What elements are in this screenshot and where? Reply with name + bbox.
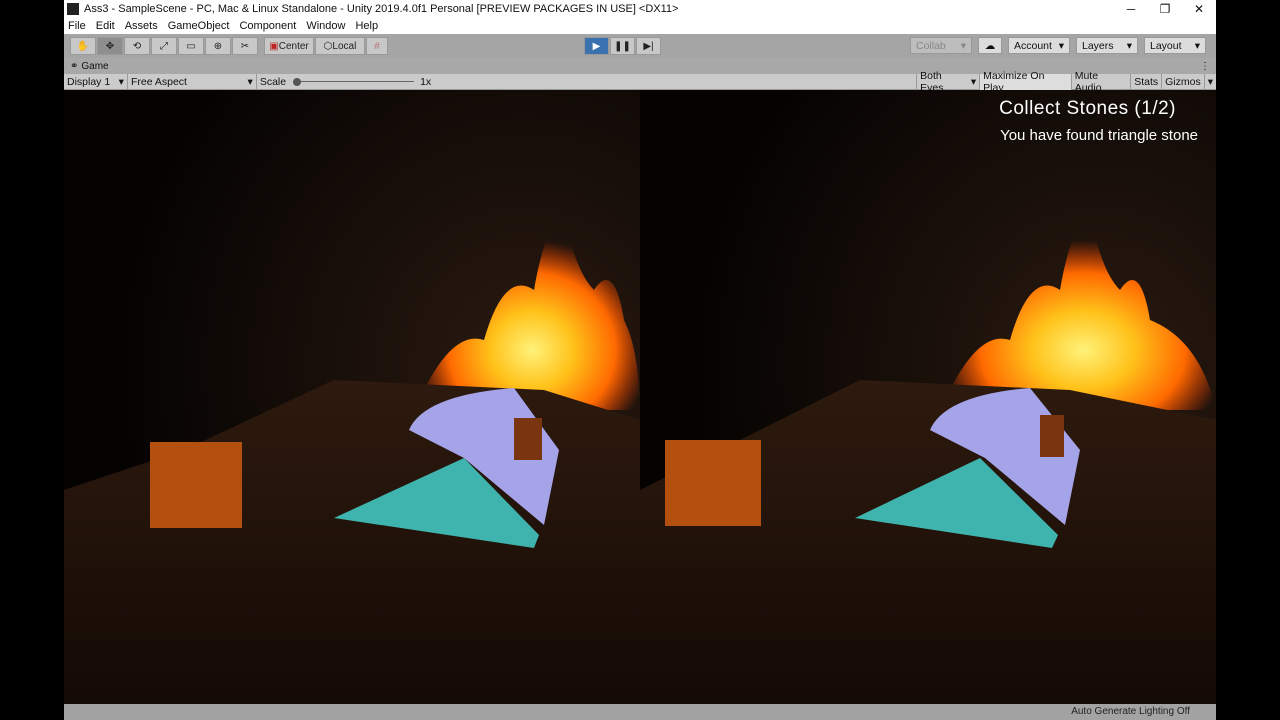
collab-label: Collab (916, 39, 946, 52)
scale-slider-track[interactable] (293, 77, 415, 86)
account-label: Account (1014, 39, 1052, 52)
layers-label: Layers (1082, 39, 1114, 52)
menu-edit[interactable]: Edit (96, 20, 115, 32)
scale-label: Scale (259, 75, 287, 88)
step-button[interactable]: ▶| (636, 37, 661, 55)
orange-block (150, 442, 242, 528)
display-label: Display 1 (67, 75, 111, 88)
scale-slider[interactable]: Scale 1x (257, 74, 916, 90)
hud-objective: Collect Stones (1/2) (999, 98, 1176, 119)
aspect-label: Free Aspect (130, 75, 187, 88)
snap-icon[interactable]: # (366, 37, 388, 55)
gizmos-label: Gizmos (1165, 75, 1201, 88)
menu-window[interactable]: Window (306, 20, 345, 32)
pivot-local-button[interactable]: ⬡ Local (315, 37, 365, 55)
gizmos-dropdown[interactable]: ▾ (1205, 74, 1216, 90)
hand-tool-icon[interactable]: ✋ (70, 37, 96, 55)
local-label: Local (332, 40, 357, 52)
menu-help[interactable]: Help (355, 20, 378, 32)
layout-label: Layout (1150, 39, 1182, 52)
left-eye-view (64, 90, 640, 704)
right-eye-view (640, 90, 1216, 704)
title-bar: Ass3 - SampleScene - PC, Mac & Linux Sta… (64, 0, 1216, 18)
play-button[interactable]: ▶ (584, 37, 609, 55)
eyes-dropdown[interactable]: Both Eyes ▾ (916, 70, 981, 94)
hud-message: You have found triangle stone (1000, 127, 1198, 144)
scale-tool-icon[interactable]: ⤢ (151, 37, 177, 55)
rotate-tool-icon[interactable]: ⟲ (124, 37, 150, 55)
display-dropdown[interactable]: Display 1 ▾ (64, 73, 128, 90)
scale-value: 1x (420, 75, 432, 88)
unity-logo-icon (67, 3, 79, 15)
maximize-on-play-toggle[interactable]: Maximize On Play (980, 70, 1072, 94)
main-toolbar: ✋ ✥ ⟲ ⤢ ▭ ⊕ ✂ ▣ Center ⬡ Local # ▶ ❚❚ ▶| C… (64, 34, 1216, 58)
status-bar: Auto Generate Lighting Off (64, 704, 1216, 720)
gizmos-toggle[interactable]: Gizmos (1162, 73, 1205, 90)
window-title: Ass3 - SampleScene - PC, Mac & Linux Sta… (84, 3, 679, 15)
custom-tool-icon[interactable]: ✂ (232, 37, 258, 55)
gamepad-icon: ⚭ (70, 60, 79, 72)
menu-component[interactable]: Component (239, 20, 296, 32)
center-label: Center (278, 40, 309, 52)
rect-tool-icon[interactable]: ▭ (178, 37, 204, 55)
cloud-icon[interactable]: ☁ (978, 37, 1002, 54)
more-icon[interactable]: ⋮ (1200, 61, 1210, 72)
collab-dropdown[interactable]: Collab ▾ (910, 37, 972, 54)
scale-slider-thumb[interactable] (293, 77, 302, 86)
game-viewport[interactable]: Collect Stones (1/2) You have found tria… (64, 90, 1216, 704)
aspect-dropdown[interactable]: Free Aspect ▾ (128, 73, 257, 90)
close-button[interactable]: ✕ (1182, 2, 1216, 16)
minimize-button[interactable]: ─ (1114, 2, 1148, 16)
restore-button[interactable]: ❐ (1148, 2, 1182, 16)
pause-button[interactable]: ❚❚ (610, 37, 635, 55)
account-dropdown[interactable]: Account ▾ (1008, 37, 1070, 54)
stats-toggle[interactable]: Stats (1131, 73, 1163, 90)
menu-gameobject[interactable]: GameObject (168, 20, 230, 32)
stats-label: Stats (1134, 75, 1159, 88)
pivot-center-button[interactable]: ▣ Center (264, 37, 314, 55)
game-view-toolbar: Display 1 ▾ Free Aspect ▾ Scale 1x Both Ey… (64, 70, 1216, 94)
move-tool-icon[interactable]: ✥ (97, 37, 123, 55)
layers-dropdown[interactable]: Layers ▾ (1076, 37, 1138, 54)
stereo-scene (64, 90, 1216, 704)
layout-dropdown[interactable]: Layout ▾ (1144, 37, 1206, 54)
transform-tool-icon[interactable]: ⊕ (205, 37, 231, 55)
menu-bar: File Edit Assets GameObject Component Wi… (64, 18, 1216, 34)
menu-file[interactable]: File (68, 20, 86, 32)
mute-audio-toggle[interactable]: Mute Audio (1072, 70, 1132, 94)
game-tab-label: Game (81, 60, 109, 72)
menu-assets[interactable]: Assets (125, 20, 158, 32)
